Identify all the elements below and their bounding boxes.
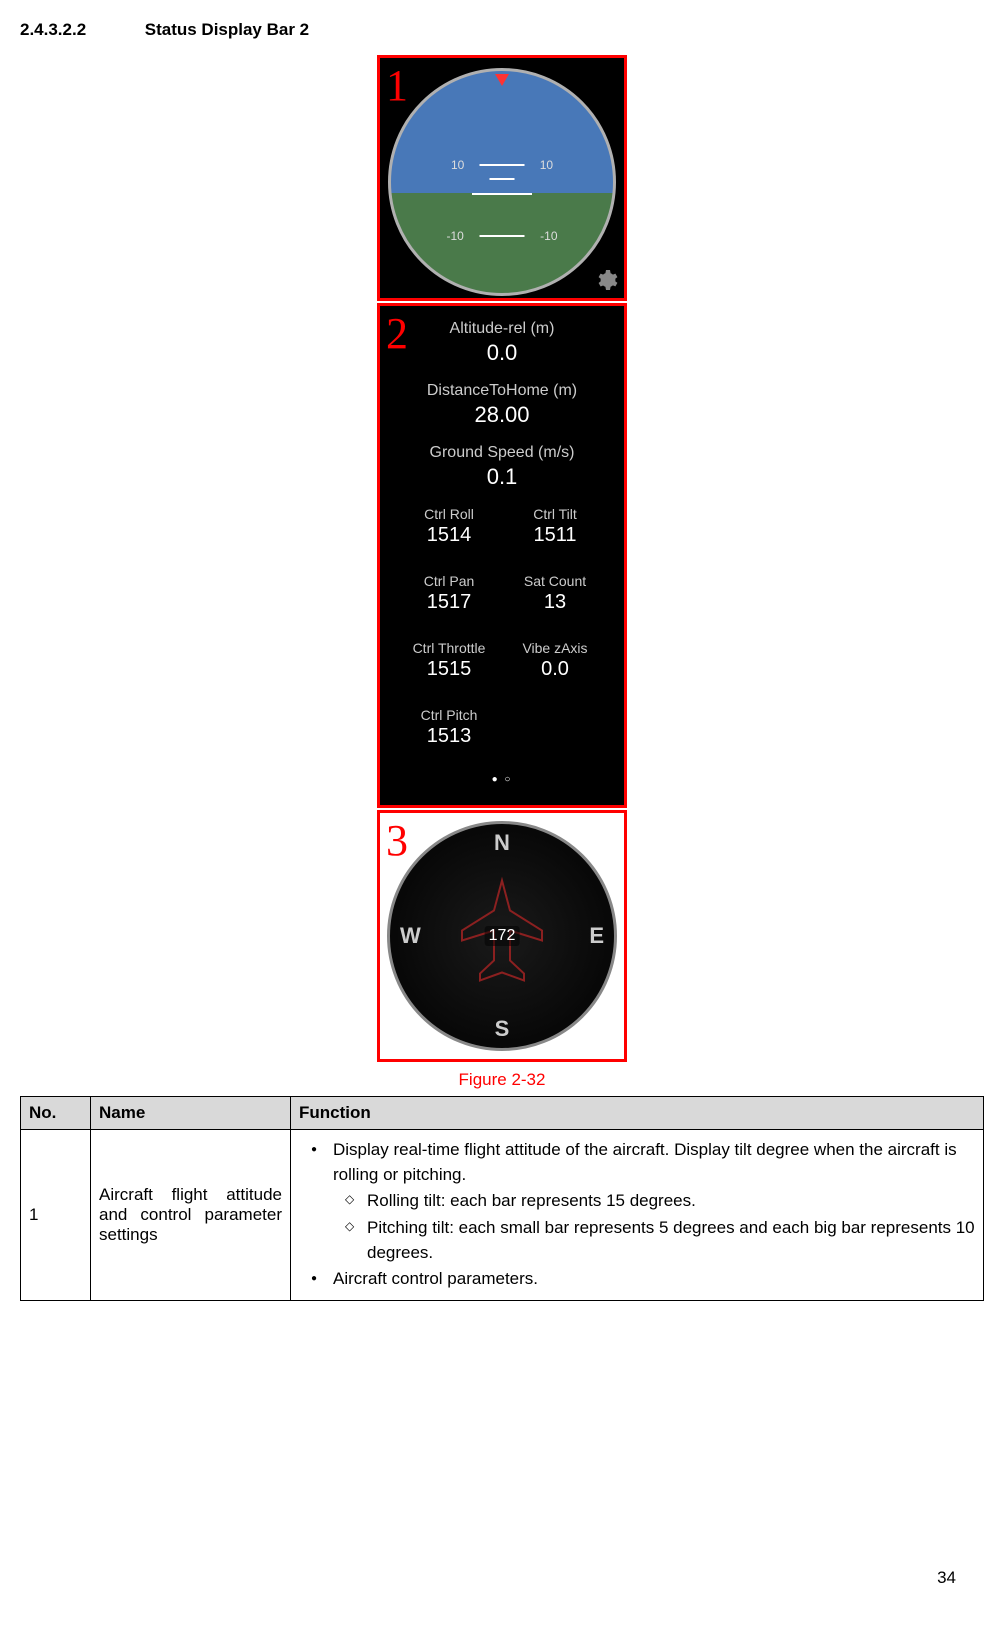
distance-label: DistanceToHome (m)	[388, 382, 616, 400]
gear-icon[interactable]	[592, 266, 620, 294]
section-title: Status Display Bar 2	[145, 20, 309, 39]
panel-number-3: 3	[386, 815, 408, 866]
panel-number-1: 1	[386, 60, 408, 111]
altitude-label: Altitude-rel (m)	[388, 320, 616, 338]
compass-panel: 3 N S E W 172	[377, 810, 627, 1062]
ctrl-pan-label: Ctrl Pan	[396, 573, 502, 589]
pitch-label-10u-r: 10	[540, 158, 553, 172]
telemetry-panel: 2 Altitude-rel (m) 0.0 DistanceToHome (m…	[377, 303, 627, 808]
ctrl-pitch-value: 1513	[396, 725, 502, 748]
figure-caption: Figure 2-32	[20, 1070, 984, 1090]
ctrl-throttle-label: Ctrl Throttle	[396, 640, 502, 656]
sat-count-value: 13	[502, 591, 608, 614]
th-function: Function	[291, 1097, 984, 1130]
sub-bullet-item: Pitching tilt: each small bar represents…	[333, 1216, 975, 1265]
cell-name: Aircraft flight attitude and control par…	[91, 1130, 291, 1301]
cell-no: 1	[21, 1130, 91, 1301]
section-number: 2.4.3.2.2	[20, 20, 140, 40]
ctrl-tilt-value: 1511	[502, 524, 608, 547]
compass-heading-value: 172	[485, 926, 520, 946]
vibe-z-label: Vibe zAxis	[502, 640, 608, 656]
th-name: Name	[91, 1097, 291, 1130]
ctrl-roll-label: Ctrl Roll	[396, 506, 502, 522]
cell-function: Display real-time flight attitude of the…	[291, 1130, 984, 1301]
speed-value: 0.1	[388, 464, 616, 490]
horizon-line	[472, 193, 532, 195]
pagination-dots-icon: ● ○	[388, 774, 616, 785]
pitch-line-10-up	[480, 164, 525, 166]
compass-north-label: N	[494, 830, 510, 856]
section-header: 2.4.3.2.2 Status Display Bar 2	[20, 20, 984, 40]
ctrl-pan-value: 1517	[396, 591, 502, 614]
pitch-line-5-up	[490, 178, 515, 180]
pitch-label-10d-r: -10	[540, 229, 557, 243]
compass-west-label: W	[400, 923, 421, 949]
sub-bullet-item: Rolling tilt: each bar represents 15 deg…	[333, 1189, 975, 1214]
distance-value: 28.00	[388, 402, 616, 428]
table-row: 1 Aircraft flight attitude and control p…	[21, 1130, 984, 1301]
vibe-z-value: 0.0	[502, 658, 608, 681]
ctrl-throttle-value: 1515	[396, 658, 502, 681]
pitch-label-10u-l: 10	[451, 158, 464, 172]
attitude-panel: 1 10 10 -10 -10	[377, 55, 627, 301]
speed-label: Ground Speed (m/s)	[388, 444, 616, 462]
compass-south-label: S	[495, 1016, 510, 1042]
bullet-item: Aircraft control parameters.	[299, 1267, 975, 1292]
compass-east-label: E	[589, 923, 604, 949]
ctrl-pitch-label: Ctrl Pitch	[396, 707, 502, 723]
compass-dial: N S E W 172	[387, 821, 617, 1051]
altitude-value: 0.0	[388, 340, 616, 366]
panel-number-2: 2	[386, 308, 408, 359]
th-no: No.	[21, 1097, 91, 1130]
pitch-line-10-down	[480, 235, 525, 237]
figure-container: 1 10 10 -10 -10 2	[20, 55, 984, 1064]
description-table: No. Name Function 1 Aircraft flight atti…	[20, 1096, 984, 1301]
ctrl-roll-value: 1514	[396, 524, 502, 547]
pitch-label-10d-l: -10	[447, 229, 464, 243]
ctrl-tilt-label: Ctrl Tilt	[502, 506, 608, 522]
page-number: 34	[937, 1568, 956, 1588]
sat-count-label: Sat Count	[502, 573, 608, 589]
attitude-top-marker-icon	[495, 74, 509, 86]
bullet-item: Display real-time flight attitude of the…	[299, 1138, 975, 1265]
attitude-ball: 10 10 -10 -10	[388, 68, 616, 296]
